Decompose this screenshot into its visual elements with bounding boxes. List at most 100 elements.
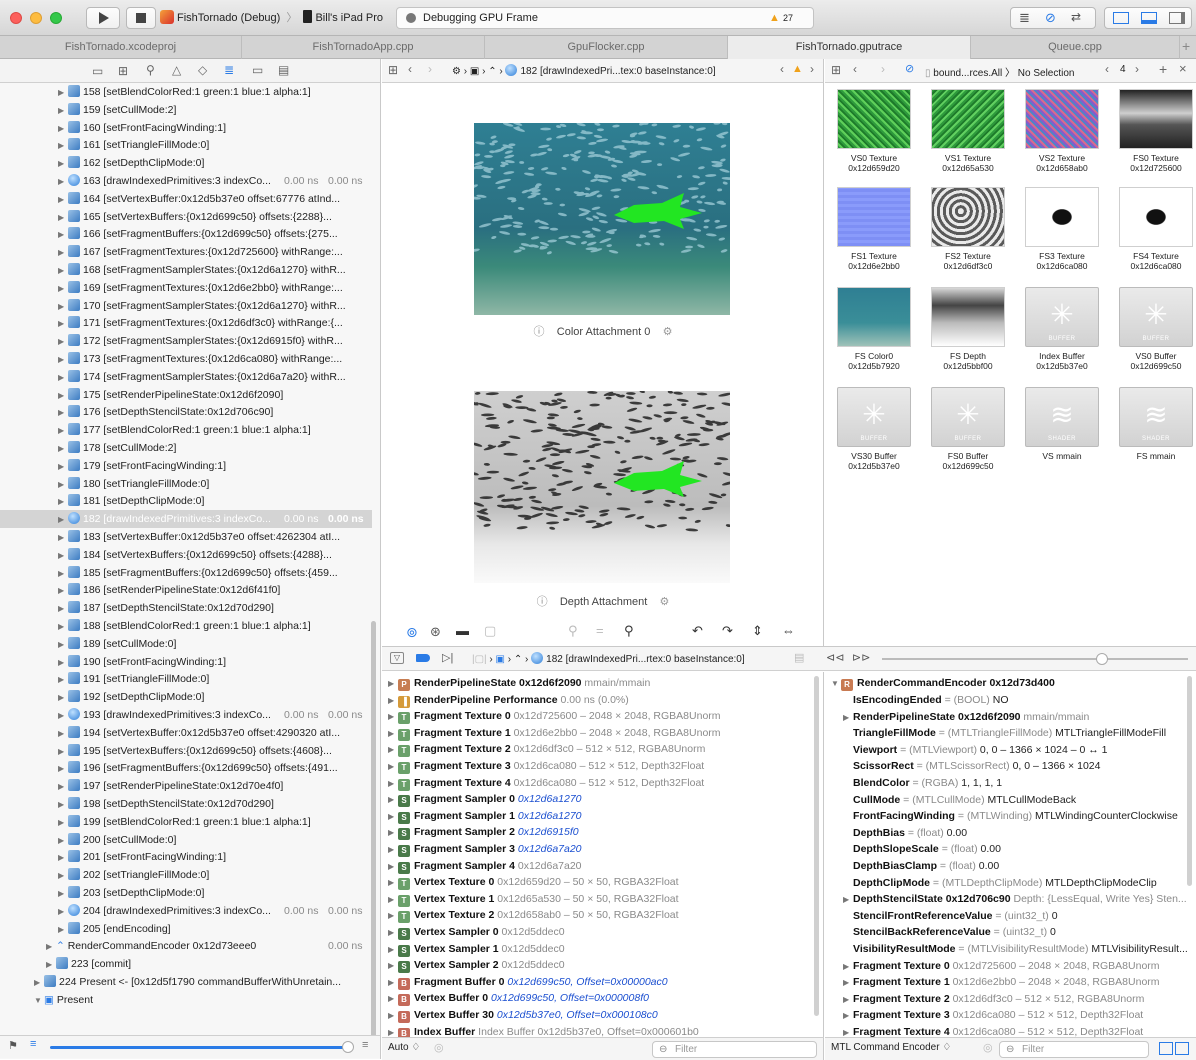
present-group-row[interactable]: ▼ ▣ Present [0,991,93,1009]
encoder-property-row[interactable]: DepthBias = (float) 0.00 [853,824,967,842]
zoom-slider[interactable] [50,1046,350,1049]
disclosure-triangle-icon[interactable]: ▶ [58,458,68,476]
disclosure-triangle-icon[interactable]: ▶ [58,743,68,761]
encoder-property-row[interactable]: ▶ Fragment Texture 2 0x12d6df3c0 – 512 × … [843,990,1144,1008]
debug-icon[interactable]: ≣ [224,63,234,77]
api-call-row[interactable]: ▶ 158 [setBlendColorRed:1 green:1 blue:1 … [0,83,372,101]
api-call-row[interactable]: ▶ 180 [setTriangleFillMode:0] [0,475,372,493]
disclosure-triangle-icon[interactable]: ▶ [58,476,68,494]
api-call-row[interactable]: ▶ 189 [setCullMode:0] [0,635,372,653]
test-icon[interactable]: ◇ [198,63,207,77]
disclosure-triangle-icon[interactable]: ▼ [831,675,841,693]
add-editor-icon[interactable]: + [1159,61,1167,77]
state-row[interactable]: ▶ S Vertex Sampler 0 0x12d5ddec0 [388,923,565,941]
next-issue-icon[interactable]: › [810,62,814,76]
state-row[interactable]: ▶ B Vertex Buffer 0 0x12d699c50, Offset=0x… [388,989,649,1007]
api-call-row[interactable]: ▶ 159 [setCullMode:2] [0,101,372,119]
flip-vertical-icon[interactable]: ⇕ [752,623,763,639]
quick-look-icon[interactable]: ◎ [983,1041,993,1054]
close-window-button[interactable] [10,12,22,24]
disclosure-triangle-icon[interactable]: ▶ [58,921,68,939]
api-call-row[interactable]: ▶ 168 [setFragmentSamplerStates:{0x12d6a1… [0,261,372,279]
view-toggle-segment[interactable] [1104,7,1192,29]
disclosure-triangle-icon[interactable]: ▶ [58,565,68,583]
zoom-out-icon[interactable]: ⚲ [568,623,578,639]
api-call-row[interactable]: ▶ 200 [setCullMode:0] [0,831,372,849]
api-call-row[interactable]: ▶ 173 [setFragmentTextures:{0x12d6ca080} … [0,350,372,368]
commit-row[interactable]: ▶ 223 [commit] [0,955,131,973]
report-icon[interactable]: ▤ [278,63,289,77]
api-call-row[interactable]: ▶ 188 [setBlendColorRed:1 green:1 blue:1 … [0,617,372,635]
step-forward-icon[interactable]: ⊳⊳ [852,651,870,664]
state-row[interactable]: ▶ T Fragment Texture 3 0x12d6ca080 – 512 ×… [388,757,704,775]
api-call-row[interactable]: ▶ 197 [setRenderPipelineState:0x12d70e4f0… [0,777,372,795]
api-call-row[interactable]: ▶ 172 [setFragmentSamplerStates:{0x12d691… [0,332,372,350]
present-call-row[interactable]: ▶ 224 Present <- [0x12d5f1790 commandBuff… [0,973,341,991]
breadcrumb[interactable]: ⚙ › ▣ › ⌃ › 182 [drawIndexedPri...tex:0 … [452,64,716,77]
resource-thumbnail[interactable] [1119,89,1193,149]
state-filter-input[interactable]: ⊖ Filter [652,1041,817,1058]
state-row[interactable]: ▶ ▐ RenderPipeline Performance 0.00 ns (0.… [388,691,629,709]
disclosure-triangle-icon[interactable]: ▶ [58,636,68,654]
api-call-row[interactable]: ▶ 187 [setDepthStencilState:0x12d70d290] [0,599,372,617]
disclosure-triangle-icon[interactable]: ▶ [58,832,68,850]
resource-thumbnail[interactable] [837,287,911,347]
api-call-row[interactable]: ▶ 184 [setVertexBuffers:{0x12d699c50} off… [0,546,372,564]
encoder-property-row[interactable]: BlendColor = (RGBA) 1, 1, 1, 1 [853,774,1002,792]
disclosure-triangle-icon[interactable]: ▶ [34,974,44,992]
disclosure-triangle-icon[interactable]: ▶ [46,956,56,974]
split-right-icon[interactable] [1175,1042,1189,1055]
api-call-row[interactable]: ▶ 199 [setBlendColorRed:1 green:1 blue:1 … [0,813,372,831]
zoom-fit-icon[interactable]: = [596,623,604,638]
disclosure-triangle-icon[interactable]: ▶ [58,760,68,778]
state-row[interactable]: ▶ B Vertex Buffer 30 0x12d5b37e0, Offset=0… [388,1006,658,1024]
disclosure-triangle-icon[interactable]: ▶ [58,173,68,191]
disclosure-triangle-icon[interactable]: ▶ [58,440,68,458]
quick-look-icon[interactable]: ◎ [434,1041,444,1054]
state-row[interactable]: ▶ S Fragment Sampler 2 0x12d6915f0 [388,823,579,841]
encoder-property-row[interactable]: ▶ Fragment Texture 0 0x12d725600 – 2048 ×… [843,957,1160,975]
gear-icon[interactable]: ⚙ [660,596,670,608]
api-call-row[interactable]: ▶ 203 [setDepthClipMode:0] [0,884,372,902]
resource-thumbnail[interactable] [931,187,1005,247]
continue-icon[interactable]: ▷| [442,651,453,664]
api-call-row[interactable]: ▶ 181 [setDepthClipMode:0] [0,492,372,510]
disclosure-triangle-icon[interactable]: ▼ [34,992,44,1010]
disclosure-triangle-icon[interactable]: ▶ [843,709,853,727]
draw-call-row[interactable]: ▶ 193 [drawIndexedPrimitives:3 indexCo...… [0,706,372,724]
api-call-row[interactable]: ▶ 185 [setFragmentBuffers:{0x12d699c50} o… [0,564,372,582]
disclosure-triangle-icon[interactable]: ▶ [58,493,68,511]
rotate-left-icon[interactable]: ↶ [692,623,703,639]
list-options-icon[interactable]: ≡ [362,1039,368,1051]
api-call-row[interactable]: ▶ 186 [setRenderPipelineState:0x12d6f41f0… [0,581,372,599]
split-left-icon[interactable] [1159,1042,1173,1055]
state-row[interactable]: ▶ T Fragment Texture 0 0x12d725600 – 2048 … [388,707,721,725]
frame-scrubber-knob[interactable] [1096,653,1108,665]
resource-thumbnail[interactable]: ≋ SHADER [1025,387,1099,447]
api-call-row[interactable]: ▶ 190 [setFrontFacingWinding:1] [0,653,372,671]
disclosure-triangle-icon[interactable]: ▶ [58,209,68,227]
forward-icon[interactable]: › [428,62,432,76]
api-call-row[interactable]: ▶ 196 [setFragmentBuffers:{0x12d699c50} o… [0,759,372,777]
disclosure-triangle-icon[interactable]: ▶ [58,707,68,725]
utilities-toggle-icon[interactable] [1169,12,1185,24]
depth-attachment-image[interactable] [474,391,730,583]
assistant-breadcrumb[interactable]: ▯ bound...rces.All 〉 No Selection [925,64,1075,79]
minimize-window-button[interactable] [30,12,42,24]
encoder-header[interactable]: ▼ R RenderCommandEncoder 0x12d73d400 [831,674,1055,692]
encoder-filter-input[interactable]: ⊖ Filter [999,1041,1149,1058]
disclosure-triangle-icon[interactable]: ▶ [843,891,853,909]
forward-icon[interactable]: › [881,62,885,76]
disclosure-triangle-icon[interactable]: ▶ [58,849,68,867]
disclosure-triangle-icon[interactable]: ▶ [58,404,68,422]
api-call-row[interactable]: ▶ 179 [setFrontFacingWinding:1] [0,457,372,475]
api-call-row[interactable]: ▶ 194 [setVertexBuffer:0x12d5b37e0 offset… [0,724,372,742]
encoder-scope-popup[interactable]: MTL Command Encoder ♢ [831,1042,951,1053]
api-call-row[interactable]: ▶ 183 [setVertexBuffer:0x12d5b37e0 offset… [0,528,372,546]
disclosure-triangle-icon[interactable]: ▶ [58,244,68,262]
api-call-row[interactable]: ▶ 191 [setTriangleFillMode:0] [0,670,372,688]
draw-call-row[interactable]: ▶ 163 [drawIndexedPrimitives:3 indexCo...… [0,172,372,190]
navigator-scrollbar[interactable] [371,621,376,1039]
encoder-property-row[interactable]: DepthBiasClamp = (float) 0.00 [853,857,999,875]
api-call-row[interactable]: ▶ 174 [setFragmentSamplerStates:{0x12d6a7… [0,368,372,386]
